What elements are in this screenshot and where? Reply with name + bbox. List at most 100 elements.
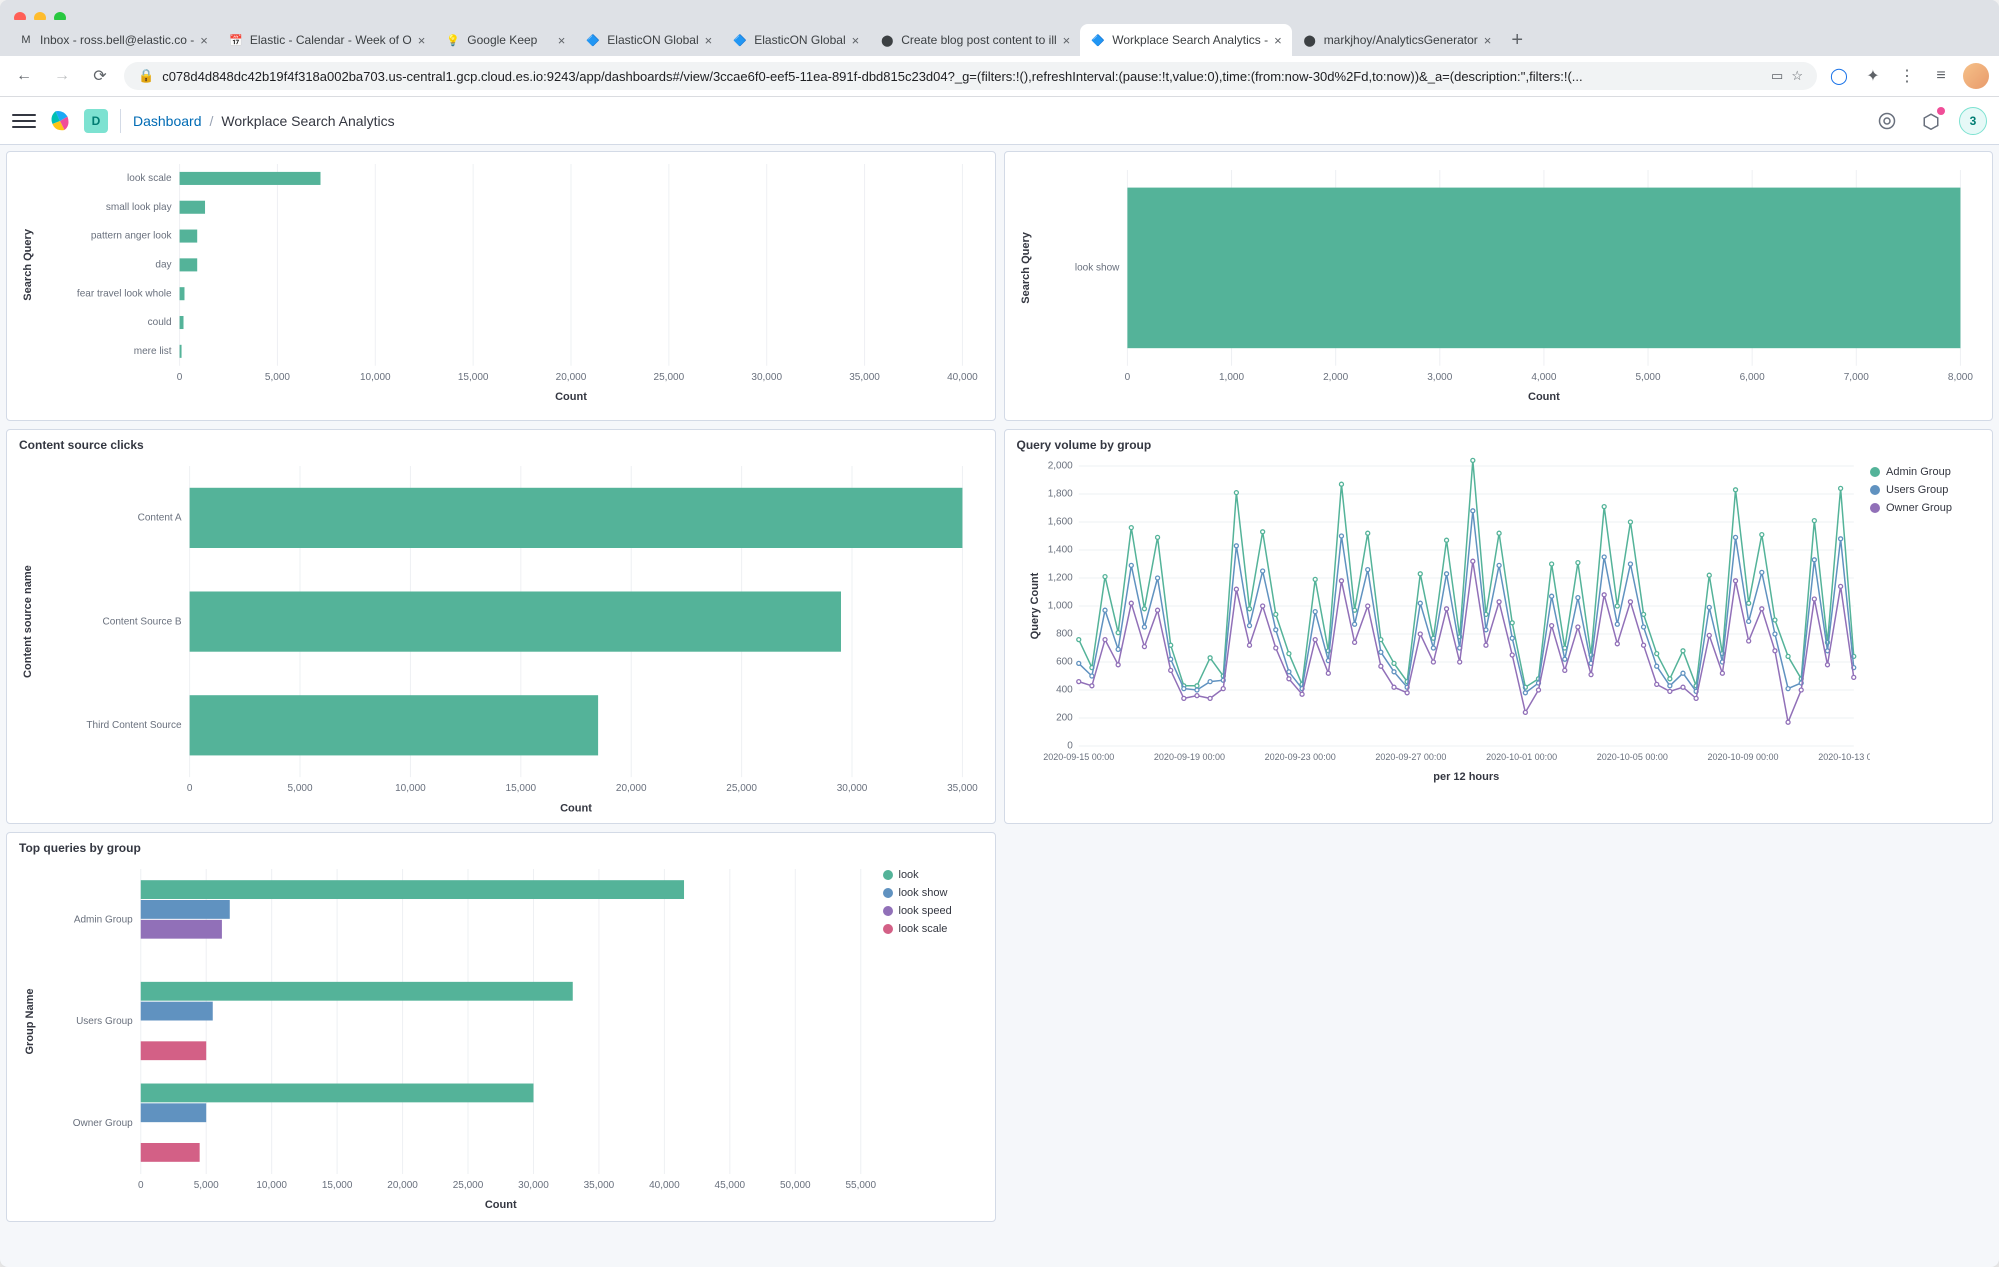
tab-favicon: 🔷 <box>1090 32 1106 48</box>
nav-toggle[interactable] <box>12 109 36 133</box>
tab-close-icon[interactable]: × <box>705 33 713 48</box>
browser-tab[interactable]: M Inbox - ross.bell@elastic.co - × <box>8 24 218 56</box>
panel-title: Content source clicks <box>19 438 983 452</box>
tab-close-icon[interactable]: × <box>852 33 860 48</box>
tab-close-icon[interactable]: × <box>418 33 426 48</box>
svg-text:20,000: 20,000 <box>556 372 587 383</box>
browser-tab[interactable]: 🔷Workplace Search Analytics -× <box>1080 24 1291 56</box>
new-tab-button[interactable]: + <box>1501 25 1533 56</box>
svg-text:2,000: 2,000 <box>1047 461 1072 472</box>
panel-search-query-left[interactable]: 05,00010,00015,00020,00025,00030,00035,0… <box>6 151 996 421</box>
chart-search-queries: 05,00010,00015,00020,00025,00030,00035,0… <box>19 160 983 411</box>
address-bar[interactable]: 🔒 c078d4d848dc42b19f4f318a002ba703.us-ce… <box>124 62 1817 90</box>
svg-text:600: 600 <box>1056 657 1073 668</box>
user-menu[interactable]: 3 <box>1959 107 1987 135</box>
panel-title: Top queries by group <box>19 841 983 855</box>
nav-forward[interactable]: → <box>48 62 76 90</box>
legend-dot-icon <box>1870 485 1880 495</box>
tab-title: ElasticON Global <box>754 33 845 47</box>
svg-text:pattern anger look: pattern anger look <box>91 231 173 242</box>
svg-text:fear travel look whole: fear travel look whole <box>77 288 172 299</box>
tab-close-icon[interactable]: × <box>1063 33 1071 48</box>
breadcrumb-current: Workplace Search Analytics <box>221 113 394 129</box>
bookmark-icon[interactable]: ☆ <box>1791 68 1803 84</box>
svg-text:30,000: 30,000 <box>837 783 868 794</box>
tab-close-icon[interactable]: × <box>558 33 566 48</box>
svg-text:20,000: 20,000 <box>387 1180 418 1191</box>
nav-back[interactable]: ← <box>10 62 38 90</box>
svg-text:0: 0 <box>138 1180 144 1191</box>
legend-item[interactable]: Admin Group <box>1870 466 1980 478</box>
svg-text:2020-10-01 00:00: 2020-10-01 00:00 <box>1486 752 1557 762</box>
legend-item[interactable]: look scale <box>883 923 983 935</box>
space-selector[interactable]: D <box>84 109 108 133</box>
tab-favicon: ⬤ <box>1302 32 1318 48</box>
tab-close-icon[interactable]: × <box>1274 33 1282 48</box>
legend-item[interactable]: Users Group <box>1870 484 1980 496</box>
legend-label: look show <box>899 887 948 899</box>
svg-text:15,000: 15,000 <box>322 1180 353 1191</box>
tab-favicon: M <box>18 32 34 48</box>
nav-reload[interactable]: ⟳ <box>86 62 114 90</box>
browser-tab[interactable]: 🔷ElasticON Global× <box>722 24 869 56</box>
svg-text:2020-09-23 00:00: 2020-09-23 00:00 <box>1264 752 1335 762</box>
svg-text:0: 0 <box>1124 372 1130 383</box>
elastic-logo-icon[interactable] <box>48 109 72 133</box>
svg-text:Count: Count <box>485 1199 517 1211</box>
svg-text:0: 0 <box>177 372 183 383</box>
tab-favicon: 💡 <box>445 32 461 48</box>
browser-tab[interactable]: ⬤ Create blog post content to ill × <box>869 24 1080 56</box>
legend-item[interactable]: look show <box>883 887 983 899</box>
panel-content-source-clicks[interactable]: Content source clicks 05,00010,00015,000… <box>6 429 996 824</box>
svg-text:could: could <box>148 317 172 328</box>
svg-text:Owner Group: Owner Group <box>73 1118 133 1129</box>
panel-query-volume-by-group[interactable]: Query volume by group 02004006008001,000… <box>1004 429 1994 824</box>
tab-close-icon[interactable]: × <box>200 33 208 48</box>
svg-text:400: 400 <box>1056 685 1073 696</box>
help-icon[interactable] <box>1871 105 1903 137</box>
reader-icon[interactable]: ▭ <box>1771 68 1783 84</box>
svg-text:Content A: Content A <box>138 513 182 524</box>
browser-tab[interactable]: 📅Elastic - Calendar - Week of O× <box>218 24 435 56</box>
legend-item[interactable]: look speed <box>883 905 983 917</box>
svg-text:35,000: 35,000 <box>584 1180 615 1191</box>
panel-top-queries-by-group[interactable]: Top queries by group 0 5,000 10,000 15,000 2… <box>6 832 996 1222</box>
svg-text:40,000: 40,000 <box>649 1180 680 1191</box>
browser-tab[interactable]: 🔷ElasticON Global× <box>575 24 722 56</box>
breadcrumb-separator: / <box>210 113 214 129</box>
menu-icon[interactable]: ⋮ <box>1895 64 1919 88</box>
tab-close-icon[interactable]: × <box>1484 33 1492 48</box>
svg-text:50,000: 50,000 <box>780 1180 811 1191</box>
extension-circle-icon[interactable]: ◯ <box>1827 64 1851 88</box>
tab-title: Inbox - ross.bell@elastic.co - <box>40 33 194 47</box>
tab-favicon: ⬤ <box>879 32 895 48</box>
legend-label: Owner Group <box>1886 502 1952 514</box>
breadcrumb-root[interactable]: Dashboard <box>133 113 202 129</box>
panel-search-query-right[interactable]: 01,0002,0003,0004,0005,0006,0007,0008,00… <box>1004 151 1994 421</box>
svg-text:15,000: 15,000 <box>506 783 537 794</box>
svg-text:Content Source B: Content Source B <box>103 616 182 627</box>
chart-legend: Admin Group Users Group Owner Group <box>1870 456 1980 796</box>
svg-text:10,000: 10,000 <box>256 1180 287 1191</box>
legend-label: look speed <box>899 905 952 917</box>
panel-title: Query volume by group <box>1017 438 1981 452</box>
svg-text:1,000: 1,000 <box>1218 372 1243 383</box>
svg-text:35,000: 35,000 <box>849 372 880 383</box>
profile-avatar[interactable] <box>1963 63 1989 89</box>
dashboard-body: 0 5,000 10,000 15,000 20,000 25,000 30,000 35,0… <box>0 145 1999 1267</box>
browser-tab[interactable]: 💡Google Keep× <box>435 24 575 56</box>
svg-text:6,000: 6,000 <box>1739 372 1764 383</box>
legend-item[interactable]: Owner Group <box>1870 502 1980 514</box>
newsfeed-icon[interactable] <box>1915 105 1947 137</box>
legend-item[interactable]: look <box>883 869 983 881</box>
svg-text:2020-10-13 00:00: 2020-10-13 00:00 <box>1818 752 1870 762</box>
legend-label: look <box>899 869 919 881</box>
browser-tab[interactable]: ⬤markjhoy/AnalyticsGenerator× <box>1292 24 1502 56</box>
svg-text:5,000: 5,000 <box>194 1180 219 1191</box>
tab-title: Create blog post content to ill <box>901 33 1056 47</box>
app-header: D Dashboard / Workplace Search Analytics… <box>0 97 1999 145</box>
svg-text:25,000: 25,000 <box>726 783 757 794</box>
chart-legend: look look show look speed look scale <box>883 859 983 1219</box>
extensions-icon[interactable]: ✦ <box>1861 64 1885 88</box>
reading-list-icon[interactable]: ≡ <box>1929 64 1953 88</box>
